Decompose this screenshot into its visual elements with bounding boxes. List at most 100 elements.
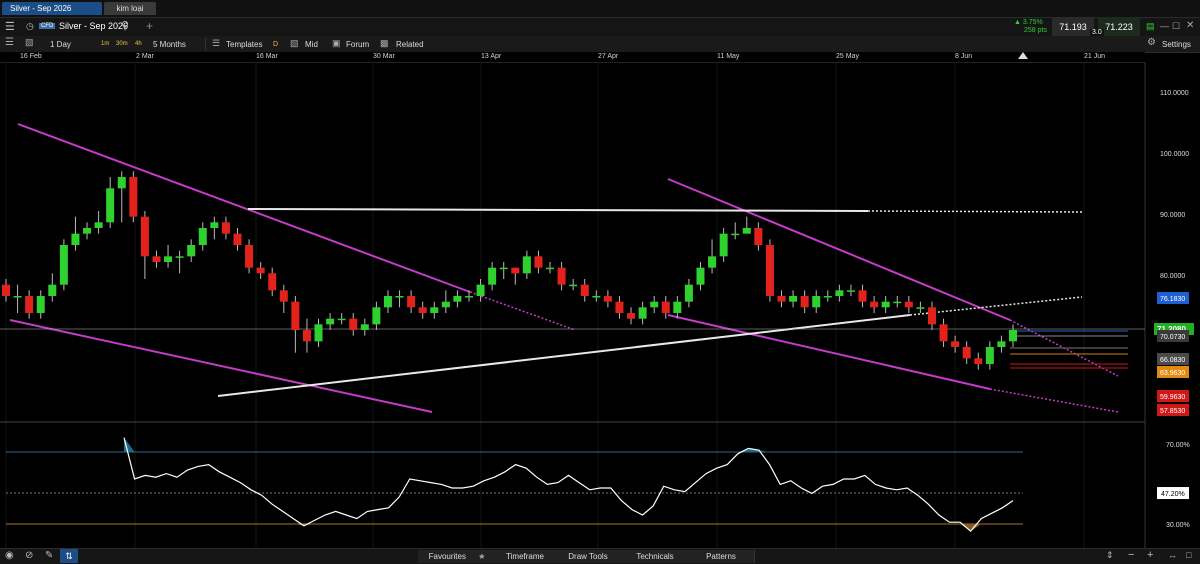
- candle-body: [846, 290, 855, 292]
- tab-kim-loai[interactable]: kim loại: [104, 2, 156, 15]
- draw-tools-button[interactable]: Draw Tools: [554, 550, 623, 563]
- related-button[interactable]: Related: [396, 39, 424, 50]
- candle-body: [627, 313, 636, 319]
- bottom-toolbar: ◉ ⊘ ✎ ⇅ Favourites ★ Timeframe Draw Tool…: [0, 548, 1200, 564]
- candle-body: [407, 296, 416, 308]
- mid-button[interactable]: Mid: [305, 39, 318, 50]
- add-tab-icon[interactable]: +: [146, 19, 153, 33]
- candle-body: [881, 301, 890, 308]
- date-tick: 16 Mar: [256, 53, 278, 60]
- y-tick: 90.0000: [1160, 212, 1185, 219]
- scale-icon[interactable]: ⇕: [1106, 550, 1114, 561]
- rsi-current-label: 47.20%: [1161, 491, 1185, 498]
- crosshair-icon[interactable]: ◉: [5, 550, 14, 561]
- candles-layer: [2, 171, 1017, 370]
- settings-button[interactable]: Settings: [1162, 39, 1191, 50]
- candle-body: [36, 296, 45, 313]
- favourites-button[interactable]: Favourites ★: [418, 550, 497, 563]
- menu-icon[interactable]: ☰: [5, 20, 15, 33]
- zoom-in-icon[interactable]: +: [1147, 549, 1153, 561]
- sell-price[interactable]: 71.193: [1052, 17, 1094, 37]
- candle-body: [650, 301, 659, 308]
- clock-icon: ◷: [26, 21, 34, 31]
- minimize-icon[interactable]: —: [1160, 21, 1169, 31]
- candle-body: [812, 296, 821, 308]
- range-select[interactable]: 5 Months: [153, 39, 186, 50]
- spread: 3.0: [1090, 29, 1104, 36]
- depth-icon[interactable]: ▤: [1146, 21, 1155, 32]
- divider: [205, 38, 206, 50]
- fullscreen-icon[interactable]: □: [1186, 550, 1191, 560]
- candle-body: [673, 301, 682, 313]
- forum-icon: ▣: [332, 38, 341, 48]
- star-icon: ★: [478, 552, 486, 561]
- home-marker-icon[interactable]: [1018, 52, 1028, 60]
- channel-upper-line: [17, 123, 471, 293]
- tab-silver[interactable]: Silver - Sep 2026: [2, 2, 102, 15]
- interval-4h[interactable]: 4h: [135, 39, 142, 50]
- price-label: 63.9630: [1160, 370, 1185, 377]
- interval-1m[interactable]: 1m: [101, 39, 109, 50]
- candle-body: [800, 296, 809, 308]
- candle-body: [233, 233, 242, 245]
- cancel-icon[interactable]: ⊘: [25, 550, 33, 561]
- channel2-lower-extension: [989, 388, 1119, 413]
- popout-icon[interactable]: ☐: [1172, 21, 1180, 32]
- price-labels: 76.183071.208070.073066.083063.963059.96…: [1154, 292, 1194, 416]
- candle-body: [916, 307, 925, 309]
- candle-body: [2, 284, 10, 296]
- drawings-layer[interactable]: [0, 123, 1145, 413]
- candle-body: [59, 245, 68, 285]
- candle-body: [534, 256, 543, 268]
- timeframe-button[interactable]: Timeframe: [496, 550, 555, 563]
- candle-body: [904, 301, 913, 308]
- templates-button[interactable]: Templates: [226, 39, 262, 50]
- resistance-extension: [867, 210, 1083, 213]
- layers-icon[interactable]: ⇅: [60, 549, 78, 563]
- candle-body: [546, 267, 555, 270]
- gear-icon[interactable]: ⚙: [1147, 37, 1156, 48]
- price-chart[interactable]: 47.20% 110.0000 100.0000 90.0000 80.0000…: [0, 62, 1200, 548]
- candle-body: [684, 284, 693, 302]
- price-label: 76.1830: [1160, 296, 1185, 303]
- candle-body: [48, 284, 57, 296]
- candle-body: [372, 307, 381, 325]
- change-points: 258 pts: [1024, 27, 1047, 34]
- chart-type-icon[interactable]: ▧: [25, 37, 34, 48]
- candle-body: [152, 256, 161, 262]
- candle-body: [13, 296, 22, 298]
- price-label: 66.0830: [1160, 357, 1185, 364]
- buy-price[interactable]: 71.223: [1098, 17, 1140, 37]
- pencil-icon[interactable]: ✎: [45, 550, 53, 561]
- candle-body: [291, 301, 300, 330]
- zoom-out-icon[interactable]: −: [1128, 549, 1134, 561]
- candle-body: [522, 256, 531, 274]
- date-tick: 30 Mar: [373, 53, 395, 60]
- candle-body: [603, 296, 612, 302]
- instrument-name: Silver - Sep 2026: [59, 21, 129, 31]
- candle-body: [245, 245, 254, 268]
- y-tick: 100.0000: [1160, 151, 1189, 158]
- related-icon: ▩: [380, 38, 389, 48]
- search-icon[interactable]: ⚲: [121, 19, 129, 32]
- candle-body: [985, 347, 994, 364]
- d-toggle[interactable]: D: [273, 39, 278, 50]
- resistance-line: [247, 208, 869, 212]
- interval-30m[interactable]: 30m: [116, 39, 128, 50]
- candle-body: [754, 228, 763, 245]
- candle-body: [349, 318, 358, 330]
- forum-button[interactable]: Forum: [346, 39, 369, 50]
- candle-body: [395, 296, 404, 298]
- list-icon[interactable]: ☰: [5, 37, 14, 48]
- candle-body: [499, 267, 508, 270]
- close-icon[interactable]: ✕: [1186, 20, 1194, 31]
- date-tick: 25 May: [836, 53, 859, 60]
- arrows-icon[interactable]: ↔: [1168, 550, 1177, 560]
- price-label: 59.9630: [1160, 394, 1185, 401]
- candle-body: [927, 307, 936, 325]
- candle-body: [580, 284, 589, 296]
- technicals-button[interactable]: Technicals: [622, 550, 689, 563]
- patterns-button[interactable]: Patterns: [688, 550, 755, 563]
- timeframe-select[interactable]: 1 Day: [50, 39, 71, 50]
- candle-body: [615, 301, 624, 313]
